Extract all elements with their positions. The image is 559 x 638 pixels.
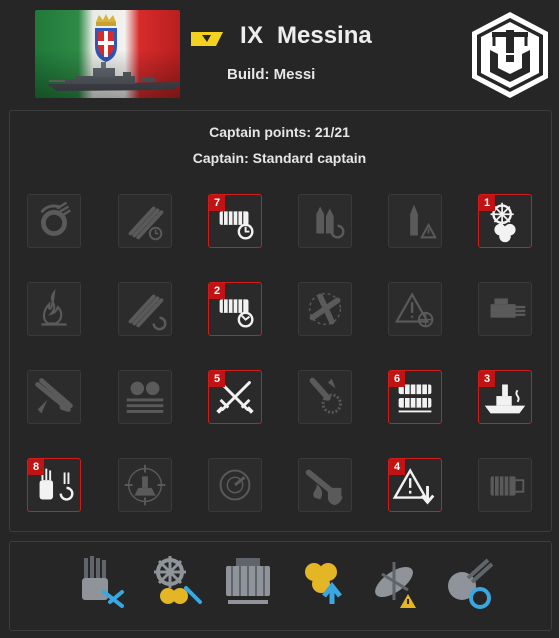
skill-alert-down[interactable]: 4 [388, 458, 442, 512]
skill-incoming-fire-alert[interactable] [388, 282, 442, 336]
skill-ship-target[interactable] [118, 458, 172, 512]
skill-order-badge: 1 [479, 195, 495, 211]
main-battery-reload-icon [128, 206, 164, 241]
skill-aa-burst[interactable] [298, 370, 352, 424]
module-steering-gear-mod[interactable] [146, 552, 206, 612]
skill-burning-aa[interactable] [27, 370, 81, 424]
fire-icon [41, 288, 67, 326]
skill-engine-block[interactable] [478, 458, 532, 512]
module-main-armament-mod[interactable] [70, 552, 130, 612]
captain-skills-panel [9, 110, 552, 532]
module-engine-room-mod[interactable] [218, 552, 278, 612]
secondary-battery-icon [490, 298, 526, 318]
engine-block-icon [490, 476, 525, 496]
skill-he-shell-reload[interactable] [298, 194, 352, 248]
cruiser-class-emblem-icon[interactable] [468, 10, 552, 100]
captain-name: Captain: Standard captain [192, 150, 367, 166]
turret-stack-icon [126, 381, 164, 413]
propulsion-boost-mod-icon [305, 563, 342, 604]
ship-flag-image [35, 10, 180, 98]
skill-crossed-swords[interactable]: 5 [208, 370, 262, 424]
ship-tier: IX [240, 22, 264, 49]
fire-shield-icon [305, 469, 343, 506]
ship-name: Messina [277, 22, 372, 49]
skill-gun-barrels-reload[interactable] [118, 282, 172, 336]
skill-torpedo-armament[interactable]: 6 [388, 370, 442, 424]
skill-battleship-fire[interactable]: 3 [478, 370, 532, 424]
burning-aa-icon [35, 378, 73, 414]
skill-order-badge: 5 [209, 371, 225, 387]
build-name: Build: Messi [227, 66, 316, 83]
skill-order-badge: 2 [209, 283, 225, 299]
he-shell-reload-icon [316, 206, 345, 239]
captain-points: Captain points: 21/21 [209, 124, 350, 140]
aircraft-warning-mod-icon [375, 562, 416, 608]
skill-order-badge: 6 [389, 371, 405, 387]
steering-gear-mod-icon [154, 556, 202, 604]
engine-room-mod-icon [226, 558, 270, 604]
incoming-fire-alert-icon [394, 292, 434, 328]
aa-burst-icon [309, 377, 342, 414]
skill-turret-stack[interactable] [118, 370, 172, 424]
skill-grease-the-gears[interactable] [27, 194, 81, 248]
skill-order-badge: 8 [28, 459, 44, 475]
skill-propulsion-steering[interactable]: 1 [478, 194, 532, 248]
module-aircraft-warning-mod[interactable] [364, 552, 424, 612]
module-propulsion-boost-mod[interactable] [292, 552, 352, 612]
skill-torpedo-reload-timer[interactable]: 7 [208, 194, 262, 248]
skill-order-badge: 4 [389, 459, 405, 475]
main-armament-mod-icon [82, 556, 124, 608]
skill-order-badge: 7 [209, 195, 225, 211]
ship-target-icon [124, 464, 166, 506]
skill-secondary-battery[interactable] [478, 282, 532, 336]
ship-header: IX Messina Build: Messi [0, 0, 559, 104]
cruiser-class-badge-icon [191, 32, 223, 46]
skill-fire-shield[interactable] [298, 458, 352, 512]
skill-main-battery-reload[interactable] [118, 194, 172, 248]
skill-shell-warning[interactable] [388, 194, 442, 248]
module-secondary-turret-mod[interactable] [438, 552, 498, 612]
skill-order-badge: 3 [479, 371, 495, 387]
grease-the-gears-icon [40, 201, 71, 236]
skill-radar[interactable] [208, 458, 262, 512]
shell-warning-icon [410, 204, 437, 239]
secondary-turret-mod-icon [448, 558, 494, 609]
radar-icon [219, 469, 251, 501]
gun-barrels-reload-icon [128, 294, 167, 331]
fighter-plane-icon [308, 292, 342, 326]
skill-torpedo-clock[interactable]: 2 [208, 282, 262, 336]
skill-hydro-reload[interactable]: 8 [27, 458, 81, 512]
skill-fire[interactable] [27, 282, 81, 336]
skill-fighter-plane[interactable] [298, 282, 352, 336]
